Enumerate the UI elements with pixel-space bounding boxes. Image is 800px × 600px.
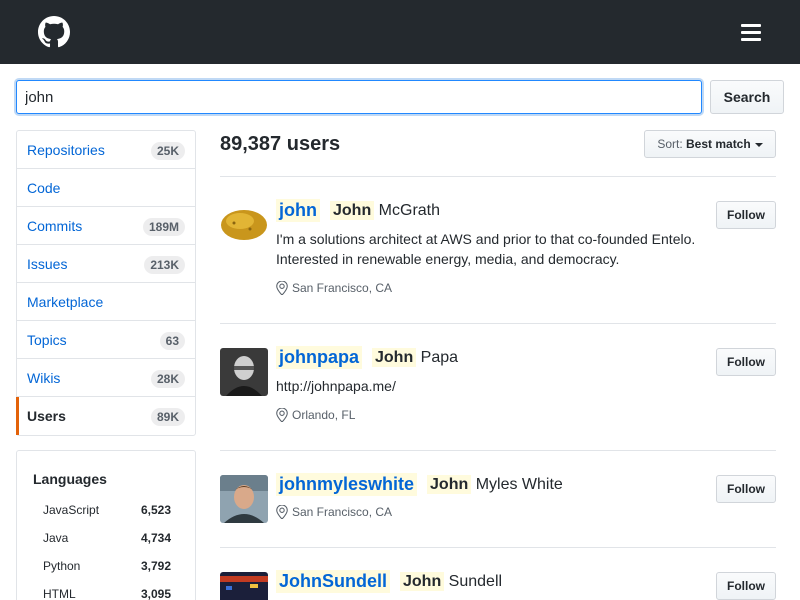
location-pin-icon	[276, 408, 288, 422]
location-text: Orlando, FL	[292, 408, 356, 422]
sort-prefix: Sort:	[657, 137, 683, 151]
menu-item-marketplace[interactable]: Marketplace	[17, 283, 195, 321]
user-name-line: JohnSundell John Sundell	[276, 570, 502, 593]
user-location: San Francisco, CA	[276, 505, 392, 519]
name-highlight: John	[400, 571, 445, 591]
language-count: 3,792	[140, 559, 171, 573]
menu-item-label: Users	[27, 408, 66, 424]
language-item-java[interactable]: Java 4,734	[43, 531, 171, 547]
menu-item-issues[interactable]: Issues 213K	[17, 245, 195, 283]
follow-button[interactable]: Follow	[716, 475, 776, 503]
menu-item-label: Issues	[27, 255, 68, 272]
user-result: johnpapa John Papa http://johnpapa.me/ O…	[220, 324, 776, 450]
header-bar	[0, 0, 800, 64]
location-pin-icon	[276, 281, 288, 295]
menu-item-label: Topics	[27, 331, 67, 348]
avatar[interactable]	[220, 475, 268, 523]
language-item-html[interactable]: HTML 3,095	[43, 587, 171, 600]
menu-item-label: Marketplace	[27, 293, 104, 310]
menu-hamburger-icon[interactable]	[741, 24, 761, 42]
search-input[interactable]	[16, 80, 702, 114]
user-result: johnmyleswhite John Myles White San Fran…	[220, 451, 776, 547]
menu-item-count: 213K	[144, 256, 185, 274]
github-logo-icon[interactable]	[38, 16, 70, 48]
language-count: 4,734	[140, 531, 171, 545]
language-name: Java	[43, 531, 69, 545]
user-full-name: John Myles White	[427, 474, 563, 494]
menu-item-label: Repositories	[27, 141, 105, 158]
name-rest: Myles White	[475, 475, 563, 493]
search-type-menu: Repositories 25K Code Commits 189M Issue…	[16, 130, 196, 436]
user-name-line: john John McGrath	[276, 199, 440, 222]
name-highlight: John	[427, 474, 472, 494]
menu-item-users[interactable]: Users 89K	[16, 397, 195, 435]
user-full-name: John McGrath	[330, 200, 441, 220]
menu-item-code[interactable]: Code	[17, 169, 195, 207]
menu-item-count: 25K	[150, 142, 185, 160]
user-location: San Francisco, CA	[276, 281, 392, 295]
menu-item-label: Wikis	[27, 369, 61, 386]
language-item-python[interactable]: Python 3,792	[43, 559, 171, 575]
user-bio: http://johnpapa.me/	[276, 378, 396, 394]
location-text: San Francisco, CA	[292, 505, 393, 519]
menu-item-count: 189M	[142, 218, 185, 236]
user-login-link[interactable]: johnpapa	[276, 346, 362, 369]
user-login-link[interactable]: john	[276, 199, 320, 222]
sort-value: Best match	[686, 137, 751, 151]
menu-item-repositories[interactable]: Repositories 25K	[17, 131, 195, 169]
user-result: JohnSundell John Sundell Follow	[220, 548, 776, 600]
search-button[interactable]: Search	[710, 80, 784, 114]
avatar[interactable]	[220, 199, 268, 247]
name-rest: McGrath	[378, 201, 441, 219]
caret-down-icon	[754, 142, 763, 147]
menu-item-count: 63	[159, 332, 185, 350]
name-highlight: John	[330, 200, 375, 220]
user-bio: I'm a solutions architect at AWS and pri…	[276, 231, 696, 267]
menu-item-topics[interactable]: Topics 63	[17, 321, 195, 359]
user-name-line: johnmyleswhite John Myles White	[276, 473, 563, 496]
name-rest: Sundell	[448, 572, 503, 590]
user-full-name: John Sundell	[400, 571, 503, 591]
menu-item-count: 89K	[150, 408, 185, 426]
location-pin-icon	[276, 505, 288, 519]
sort-dropdown[interactable]: Sort: Best match	[644, 130, 776, 158]
menu-item-count: 28K	[150, 370, 185, 388]
language-item-javascript[interactable]: JavaScript 6,523	[43, 503, 171, 519]
user-full-name: John Papa	[372, 347, 459, 367]
languages-filter: Languages JavaScript 6,523 Java 4,734 Py…	[16, 450, 196, 600]
follow-button[interactable]: Follow	[716, 572, 776, 600]
avatar[interactable]	[220, 348, 268, 396]
user-name-line: johnpapa John Papa	[276, 346, 458, 369]
location-text: San Francisco, CA	[292, 281, 393, 295]
user-result: john John McGrath I'm a solutions archit…	[220, 177, 776, 323]
name-rest: Papa	[420, 348, 459, 366]
menu-item-wikis[interactable]: Wikis 28K	[17, 359, 195, 397]
follow-button[interactable]: Follow	[716, 348, 776, 376]
menu-item-label: Commits	[27, 217, 83, 234]
user-login-link[interactable]: johnmyleswhite	[276, 473, 418, 496]
language-name: JavaScript	[43, 503, 100, 517]
name-highlight: John	[372, 347, 417, 367]
languages-title: Languages	[33, 471, 107, 487]
language-name: Python	[43, 559, 81, 573]
menu-item-commits[interactable]: Commits 189M	[17, 207, 195, 245]
avatar[interactable]	[220, 572, 268, 600]
user-location: Orlando, FL	[276, 408, 355, 422]
language-name: HTML	[43, 587, 76, 600]
menu-item-label: Code	[27, 179, 61, 196]
follow-button[interactable]: Follow	[716, 201, 776, 229]
user-login-link[interactable]: JohnSundell	[276, 570, 390, 593]
results-count: 89,387 users	[220, 133, 341, 155]
language-count: 6,523	[140, 503, 171, 517]
language-count: 3,095	[140, 587, 171, 600]
